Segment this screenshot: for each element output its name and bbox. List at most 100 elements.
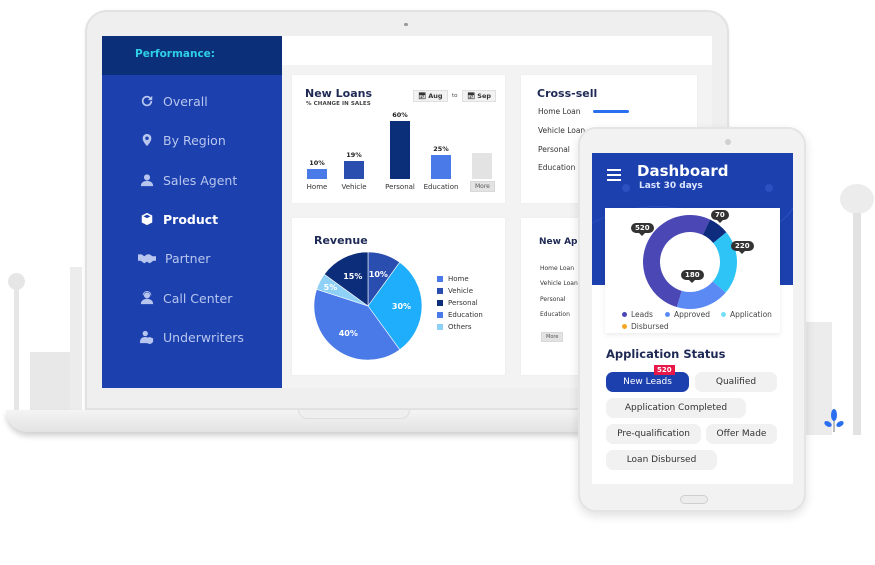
new-leads-badge: 520: [654, 365, 675, 375]
legend-dot: [665, 312, 670, 317]
phone-camera: [725, 139, 731, 145]
donut-legend-item: Disbursed: [622, 322, 669, 331]
sidebar-item-label: Overall: [163, 93, 208, 109]
donut-value-tooltip: 70: [711, 210, 729, 223]
legend-dot: [622, 312, 627, 317]
pie-slice-label: 15%: [343, 272, 362, 281]
pill-qualified[interactable]: Qualified: [695, 372, 777, 392]
cross-sell-item: Personal: [538, 145, 570, 154]
pie-slice-label: 10%: [369, 270, 388, 279]
bar-value-label: 60%: [392, 111, 408, 119]
new-app-item: Home Loan: [540, 265, 575, 272]
legend-label: Approved: [674, 310, 710, 319]
bar-vehicle: [344, 160, 364, 179]
application-status-title: Application Status: [606, 347, 726, 361]
revenue-card: Revenue 10% 30% 40% 5% 15% Home Vehicle Person…: [292, 218, 505, 375]
sidebar: Performance: Overall By Region Sales Age…: [102, 36, 282, 388]
donut-legend-item: Application: [721, 310, 772, 319]
new-app-more-button[interactable]: More: [541, 332, 564, 342]
sidebar-item-label: Sales Agent: [163, 172, 238, 188]
new-loans-title: New Loans: [305, 87, 373, 100]
map-pin-icon: [139, 132, 155, 148]
sidebar-item-underwriters[interactable]: Underwriters: [139, 329, 244, 345]
building-left: [30, 352, 72, 412]
top-bar: [282, 36, 712, 65]
bar-category-label: Education: [423, 183, 459, 191]
pill-application-completed[interactable]: Application Completed: [606, 398, 746, 418]
legend-item: Vehicle: [437, 287, 473, 295]
date-to-label: to: [452, 93, 458, 99]
bar-value-label: 19%: [346, 150, 362, 159]
bar-personal: [390, 121, 410, 179]
legend-swatch: [437, 312, 443, 318]
legend-swatch: [437, 288, 443, 294]
street-lamp-right-head: [840, 184, 874, 214]
pie-slice-label: 5%: [324, 283, 338, 292]
bar-more-button[interactable]: More: [470, 181, 495, 192]
sidebar-item-sales-agent[interactable]: Sales Agent: [139, 172, 237, 188]
sidebar-item-call-center[interactable]: Call Center: [139, 290, 232, 306]
bar-category-label: Vehicle: [341, 183, 367, 191]
laptop-notch: [298, 410, 410, 419]
new-app-item: Vehicle Loan: [540, 280, 578, 287]
headset-agent-icon: [139, 290, 155, 306]
pill-offer-made[interactable]: Offer Made: [706, 424, 777, 444]
donut-value-tooltip: 520: [631, 223, 654, 236]
legend-label: Leads: [631, 310, 653, 319]
street-lamp-right-pole: [853, 213, 861, 435]
user-shield-icon: [139, 329, 155, 345]
home-loan-progress-bar: [593, 110, 629, 113]
calendar-icon: 📅︎: [418, 92, 427, 100]
bar-more: [472, 153, 492, 179]
legend-label: Personal: [448, 299, 478, 307]
legend-item: Personal: [437, 299, 478, 307]
new-loans-subtitle: % CHANGE IN SALES: [306, 101, 371, 107]
legend-swatch: [437, 324, 443, 330]
legend-label: Education: [448, 311, 483, 319]
laptop-camera: [404, 23, 408, 26]
date-from-button[interactable]: 📅︎ Aug: [413, 90, 448, 102]
phone-screen: Dashboard Last 30 days 520 70 220 180 Leads…: [592, 153, 793, 484]
plant-icon: [824, 409, 844, 432]
legend-label: Home: [448, 275, 469, 283]
sidebar-item-overall[interactable]: Overall: [139, 93, 208, 109]
legend-label: Vehicle: [448, 287, 474, 295]
phone-home-button[interactable]: [680, 495, 708, 504]
sidebar-item-product[interactable]: Product: [139, 211, 218, 227]
new-app-item: Education: [540, 311, 570, 318]
cross-sell-item: Vehicle Loan: [538, 126, 586, 135]
dashboard-title: Dashboard: [637, 162, 729, 180]
box-icon: [139, 211, 155, 227]
legend-label: Disbursed: [631, 322, 669, 331]
refresh-icon: [139, 93, 155, 109]
cross-sell-item: Home Loan: [538, 107, 581, 116]
street-lamp-left-pole: [14, 288, 19, 413]
sidebar-item-by-region[interactable]: By Region: [139, 132, 226, 148]
calendar-icon: 📅︎: [467, 92, 476, 100]
pill-pre-qualification[interactable]: Pre-qualification: [606, 424, 701, 444]
legend-dot: [622, 324, 627, 329]
sidebar-item-label: Call Center: [163, 290, 233, 306]
donut-card: 520 70 220 180 Leads Approved Application Disb…: [605, 208, 780, 333]
legend-label: Others: [448, 323, 472, 331]
legend-dot: [721, 312, 726, 317]
donut-legend-item: Approved: [665, 310, 710, 319]
bar-home: [307, 169, 327, 179]
pill-loan-disbursed[interactable]: Loan Disbursed: [606, 450, 717, 470]
bar-value-label: 25%: [433, 144, 449, 153]
menu-icon[interactable]: [607, 169, 621, 184]
sidebar-item-label: By Region: [163, 132, 226, 148]
pill-new-leads[interactable]: New Leads: [606, 372, 689, 392]
sidebar-item-partner[interactable]: Partner: [137, 250, 210, 266]
building-left-tall: [70, 267, 82, 412]
new-loans-card: New Loans % CHANGE IN SALES 📅︎ Aug to 📅︎ S…: [292, 75, 505, 203]
date-to-button[interactable]: 📅︎ Sep: [462, 90, 497, 102]
legend-item: Education: [437, 311, 483, 319]
cross-sell-title: Cross-sell: [537, 87, 598, 100]
legend-swatch: [437, 300, 443, 306]
sidebar-item-label: Product: [163, 211, 219, 227]
legend-label: Application: [730, 310, 772, 319]
sidebar-header: Performance:: [102, 36, 282, 75]
sidebar-item-label: Partner: [165, 250, 211, 266]
cross-sell-item: Education: [538, 163, 576, 172]
